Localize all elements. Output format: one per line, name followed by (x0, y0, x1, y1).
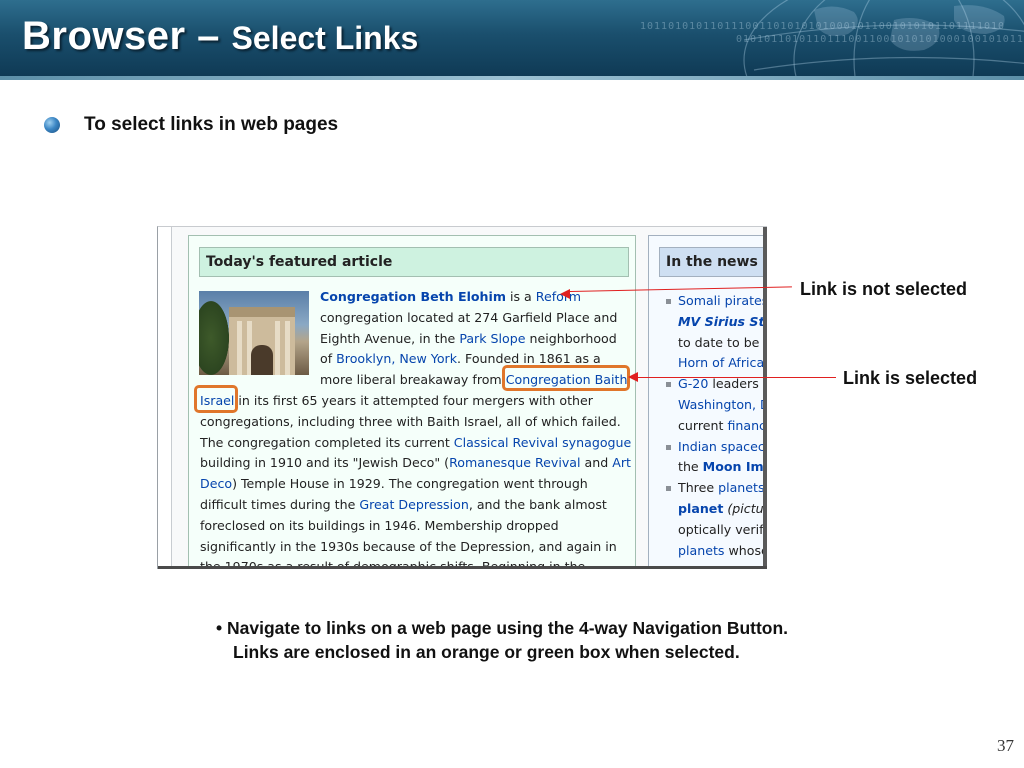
wiki-text: leaders (708, 376, 759, 392)
wiki-link[interactable]: G-20 (678, 376, 708, 391)
article-line: Eighth Avenue, in the Park Slope neighbo… (320, 331, 617, 347)
screenshot-left-bar (158, 227, 172, 569)
news-line: Indian spacecraft (678, 439, 767, 455)
article-line: Congregation Beth Elohim is a Reform (320, 289, 581, 305)
news-bullet-icon (666, 486, 671, 492)
wiki-link[interactable]: Great Depression (359, 497, 468, 512)
wiki-link[interactable]: Art (612, 455, 631, 470)
featured-article-header: Today's featured article (199, 247, 629, 277)
wiki-link[interactable]: Brooklyn, New York (336, 351, 457, 366)
callout-arrow-not-selected (560, 289, 570, 299)
article-line: significantly in the 1930s because of th… (200, 539, 617, 555)
wiki-text: more liberal breakaway from (320, 372, 506, 388)
wiki-link[interactable]: financial (727, 418, 767, 433)
wiki-link[interactable]: MV Sirius Star (678, 314, 767, 329)
news-line: Three planets (678, 480, 765, 496)
wiki-link[interactable]: Washington, D.C. (678, 397, 767, 412)
slide-title: Browser – Select Links (22, 14, 418, 59)
slide-title-sub: Select Links (231, 20, 419, 56)
wiki-text: ) Temple House in 1929. The congregation… (232, 476, 588, 492)
synagogue-photo (199, 291, 309, 375)
navigation-note-line2: Links are enclosed in an orange or green… (233, 642, 740, 662)
article-line: building in 1910 and its "Jewish Deco" (… (200, 455, 631, 471)
banner-divider (0, 76, 1024, 80)
wiki-link[interactable]: planet (678, 501, 723, 516)
article-line: Israel in its first 65 years it attempte… (200, 393, 593, 409)
wiki-link[interactable]: Congregation Beth Elohim (320, 289, 506, 304)
navigation-note-line1: • Navigate to links on a web page using … (216, 618, 789, 638)
news-bullet-icon (666, 444, 671, 450)
article-line: congregation located at 274 Garfield Pla… (320, 310, 617, 326)
wiki-text: to date to be (678, 334, 760, 350)
wiki-link[interactable]: planets (678, 543, 724, 558)
wiki-text: current (678, 417, 728, 433)
wiki-text: congregations, including three with Bait… (200, 413, 621, 429)
bullet-text: To select links in web pages (84, 114, 339, 135)
link-selected-box (502, 365, 630, 391)
news-line: the Moon Impact (678, 459, 767, 475)
navigation-note: • Navigate to links on a web page using … (216, 616, 788, 664)
article-line: Deco) Temple House in 1929. The congrega… (200, 476, 588, 492)
wiki-text: significantly in the 1930s because of th… (200, 538, 617, 554)
wiki-text: , and the bank almost (468, 497, 607, 512)
screenshot-bottom-edge (158, 566, 767, 569)
wiki-text: congregation located at 274 Garfield Pla… (320, 309, 618, 325)
callout-line-selected (638, 377, 836, 378)
news-line: planet (pictured) (678, 501, 767, 517)
wiki-text: the (678, 459, 703, 475)
wiki-text: (pictured) (727, 501, 767, 516)
callout-not-selected: Link is not selected (800, 279, 968, 299)
wiki-link[interactable]: Classical Revival synagogue (454, 435, 631, 450)
wiki-text: Three (678, 480, 719, 496)
news-line: Washington, D.C. (678, 397, 767, 413)
slide-title-main: Browser – (22, 14, 232, 58)
wiki-text: in its first 65 years it attempted four … (234, 393, 593, 408)
news-line: optically verified (678, 522, 767, 538)
article-line: foreclosed on its buildings in 1946. Mem… (200, 518, 559, 534)
news-bullet-icon (666, 299, 671, 304)
wiki-link[interactable]: Deco (200, 476, 232, 491)
wiki-link[interactable]: Indian spacecraft (678, 439, 767, 454)
news-line: MV Sirius Star (678, 314, 767, 330)
wiki-link[interactable]: planets (718, 480, 764, 495)
callout-arrow-selected (628, 372, 638, 382)
news-line: Horn of Africa (678, 355, 764, 371)
article-line: The congregation completed its current C… (200, 435, 631, 451)
link-selected-box-continuation (194, 385, 238, 413)
page-number: 37 (997, 736, 1014, 755)
wiki-text: optically verified (678, 521, 767, 537)
wiki-text: is a (505, 289, 536, 304)
browser-screenshot: Today's featured article Congregation Be… (157, 226, 767, 569)
wiki-link[interactable]: Somali pirates (678, 293, 767, 308)
wiki-text: foreclosed on its buildings in 1946. Mem… (200, 517, 559, 533)
article-line: congregations, including three with Bait… (200, 414, 621, 430)
bullet-icon (44, 117, 60, 133)
bullet-heading: To select links in web pages (44, 114, 338, 136)
screenshot-right-edge (763, 227, 767, 569)
wiki-text: of (320, 351, 337, 367)
news-line: to date to be (678, 335, 759, 351)
wiki-link[interactable]: Park Slope (459, 331, 525, 346)
news-line: G-20 leaders (678, 376, 759, 392)
wiki-text: The congregation completed its current (200, 434, 454, 450)
wiki-link[interactable]: Horn of Africa (678, 355, 764, 370)
news-bullet-icon (666, 382, 671, 388)
article-line: difficult times during the Great Depress… (200, 497, 607, 513)
wiki-text: whose (724, 542, 767, 558)
news-line: current financial (678, 418, 767, 434)
wiki-text: neighborhood (525, 330, 617, 346)
news-line: Somali pirates (678, 293, 767, 309)
wiki-text: building in 1910 and its "Jewish Deco" ( (200, 455, 450, 471)
wiki-text: difficult times during the (200, 497, 360, 512)
callout-selected: Link is selected (843, 368, 978, 388)
in-the-news-header: In the news (659, 247, 767, 277)
wiki-link[interactable]: Romanesque Revival (449, 455, 580, 470)
globe-icon (743, 0, 1024, 76)
title-banner: 1011010101101110011010101010001011001010… (0, 0, 1024, 76)
news-line: planets whose (678, 543, 767, 559)
wiki-link[interactable]: Moon Impact (703, 459, 767, 474)
wiki-text: Eighth Avenue, in the (320, 330, 460, 346)
wiki-text: and (580, 455, 613, 471)
